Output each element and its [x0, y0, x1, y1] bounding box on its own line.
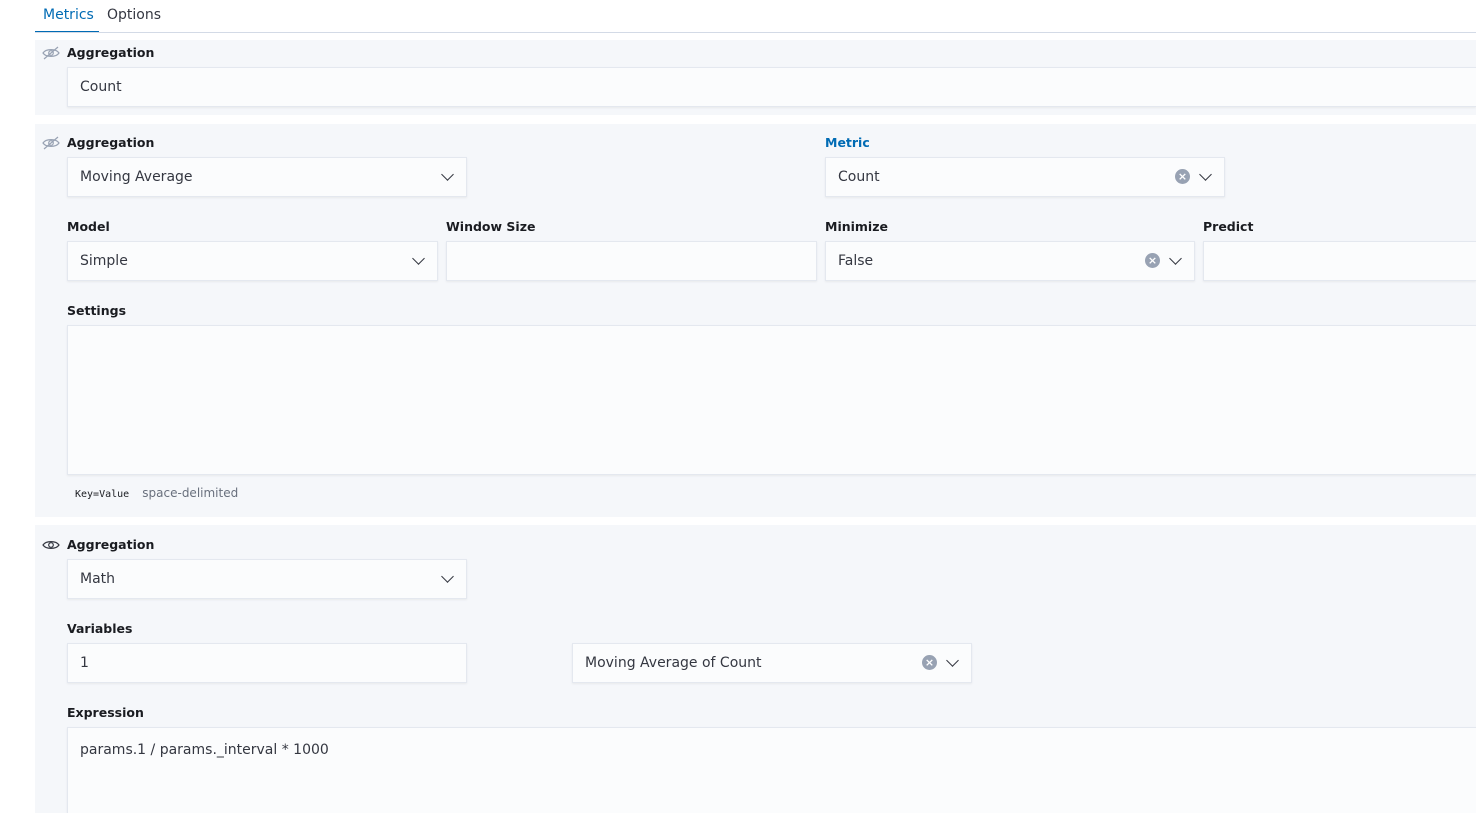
metric-select-value: Count — [838, 169, 880, 185]
expression-label: Expression — [67, 705, 144, 720]
clear-icon[interactable]: × — [922, 655, 937, 670]
aggregation-select-value: Math — [80, 571, 116, 587]
expression-textarea[interactable]: params.1 / params._interval * 1000 — [67, 727, 1476, 813]
predict-input[interactable] — [1203, 241, 1476, 281]
aggregation-label: Aggregation — [67, 45, 155, 60]
clear-icon[interactable]: × — [1145, 253, 1160, 268]
variable-name-input[interactable]: 1 — [67, 643, 467, 683]
metric-select[interactable]: Count × — [825, 157, 1225, 197]
chevron-down-icon — [946, 654, 959, 667]
tab-options[interactable]: Options — [107, 6, 161, 24]
variables-label: Variables — [67, 621, 133, 636]
aggregation-select[interactable]: Moving Average — [67, 157, 467, 197]
variable-metric-value: Moving Average of Count — [585, 655, 762, 671]
minimize-label: Minimize — [825, 219, 888, 234]
model-select[interactable]: Simple — [67, 241, 438, 281]
tab-metrics[interactable]: Metrics — [43, 6, 94, 24]
model-select-value: Simple — [80, 253, 128, 269]
chevron-down-icon — [441, 570, 454, 583]
window-size-label: Window Size — [446, 219, 536, 234]
chevron-down-icon — [441, 168, 454, 181]
metric-label: Metric — [825, 135, 870, 150]
minimize-select[interactable]: False × — [825, 241, 1195, 281]
minimize-select-value: False — [838, 253, 874, 269]
clear-icon[interactable]: × — [1175, 169, 1190, 184]
eye-closed-icon[interactable] — [42, 46, 60, 60]
predict-label: Predict — [1203, 219, 1254, 234]
aggregation-select-value: Moving Average — [80, 169, 193, 185]
settings-help-code: Key=Value — [75, 489, 130, 500]
chevron-down-icon — [412, 252, 425, 265]
aggregation-field[interactable]: Count — [67, 67, 1476, 107]
settings-help-text: space-delimited — [142, 486, 239, 500]
tabs-divider — [35, 32, 1476, 33]
variable-metric-select[interactable]: Moving Average of Count × — [572, 643, 972, 683]
settings-label: Settings — [67, 303, 127, 318]
aggregation-label: Aggregation — [67, 537, 155, 552]
eye-closed-icon[interactable] — [42, 136, 60, 150]
eye-icon[interactable] — [42, 538, 60, 552]
settings-textarea[interactable] — [67, 325, 1476, 475]
model-label: Model — [67, 219, 110, 234]
chevron-down-icon — [1169, 252, 1182, 265]
aggregation-label: Aggregation — [67, 135, 155, 150]
aggregation-select[interactable]: Math — [67, 559, 467, 599]
settings-help: Key=Value space-delimited — [75, 485, 238, 502]
chevron-down-icon — [1199, 168, 1212, 181]
window-size-input[interactable] — [446, 241, 817, 281]
